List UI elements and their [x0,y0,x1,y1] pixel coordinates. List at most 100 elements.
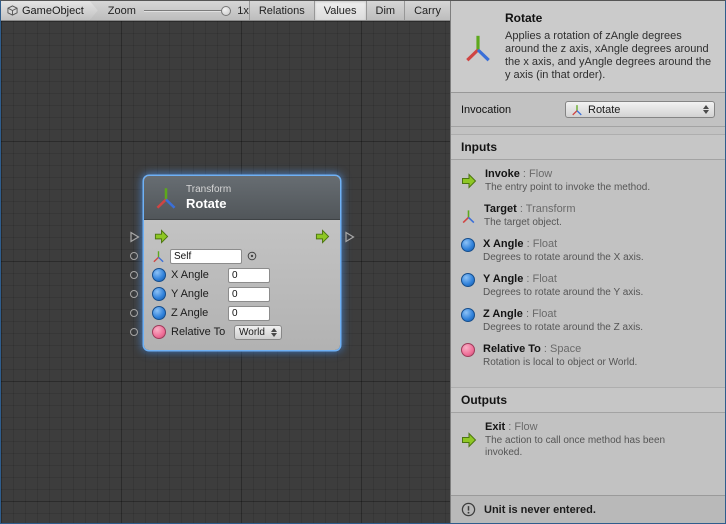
input-doc-z-angle: Z Angle : Float Degrees to rotate around… [461,308,715,334]
gameobject-cube-icon [7,5,18,16]
zoom-slider[interactable] [144,1,231,20]
inspector-header: Rotate Applies a rotation of zAngle degr… [451,1,725,93]
separator: : [523,308,532,320]
x-angle-input[interactable] [228,268,270,283]
zoom-slider-knob[interactable] [221,6,231,16]
float-icon [461,238,475,252]
float-icon [461,308,475,322]
input-doc-invoke: Invoke : Flow The entry point to invoke … [461,168,715,194]
transform-rotate-node[interactable]: Transform Rotate [144,176,340,350]
target-row [152,247,332,265]
exit-arrow-icon[interactable] [315,229,330,244]
invocation-dropdown[interactable]: Rotate [565,101,715,118]
space-dropdown-value: World [239,327,265,338]
input-doc-relative-to: Relative To : Space Rotation is local to… [461,343,715,369]
port-type: Space [550,343,581,355]
transform-icon [154,186,178,210]
float-icon [461,273,475,287]
transform-icon-small [152,250,165,263]
z-angle-row: Z Angle [152,304,332,322]
breadcrumb-label: GameObject [22,5,84,17]
port-type: Transform [526,203,576,215]
warning-bar: Unit is never entered. [451,495,725,523]
relative-to-port[interactable] [130,328,138,336]
tab-dim[interactable]: Dim [366,1,405,20]
x-angle-port[interactable] [130,271,138,279]
port-description: Degrees to rotate around the Z axis. [483,322,643,334]
port-description: The action to call once method has been … [485,435,705,459]
target-port[interactable] [130,252,138,260]
float-icon [152,268,166,282]
port-name: Y Angle [483,273,523,285]
input-doc-x-angle: X Angle : Float Degrees to rotate around… [461,238,715,264]
inspector-title: Rotate [505,11,713,25]
rotate-unit-icon [463,13,493,82]
tab-relations[interactable]: Relations [249,1,314,20]
separator: : [517,203,526,215]
invocation-value: Rotate [588,104,696,116]
flow-input-port[interactable] [129,231,140,243]
invocation-row: Invocation Rotate [451,93,725,127]
flow-row [152,226,332,246]
dropdown-arrows-icon [703,105,709,114]
relative-to-row: Relative To World [152,323,332,341]
separator: : [520,168,529,180]
port-description: The entry point to invoke the method. [485,182,650,194]
inspector-spacer [451,470,725,495]
node-body-container[interactable]: Transform Rotate [144,176,340,350]
bolt-graph-window: GameObject Zoom 1x Relations Values Dim … [0,0,726,524]
inspector-panel: Rotate Applies a rotation of zAngle degr… [450,1,725,523]
warning-icon [461,502,476,517]
y-angle-port[interactable] [130,290,138,298]
relative-to-label: Relative To [171,326,229,338]
port-name: Invoke [485,168,520,180]
outputs-list: Exit : Flow The action to call once meth… [451,413,725,470]
node-title: Transform [186,184,231,196]
space-dropdown[interactable]: World [234,325,282,340]
port-name: Exit [485,421,505,433]
transform-icon-tiny [571,104,583,116]
input-doc-y-angle: Y Angle : Float Degrees to rotate around… [461,273,715,299]
zoom-label: Zoom [108,1,136,20]
graph-toolbar: GameObject Zoom 1x Relations Values Dim … [1,1,450,21]
target-field[interactable] [170,249,242,264]
zoom-slider-track [144,10,231,12]
separator: : [505,421,514,433]
port-name: X Angle [483,238,524,250]
input-doc-target: Target : Transform The target object. [461,203,715,229]
tab-carry[interactable]: Carry [404,1,450,20]
output-doc-exit: Exit : Flow The action to call once meth… [461,421,715,459]
x-angle-row: X Angle [152,266,332,284]
port-name: Z Angle [483,308,523,320]
breadcrumb-gameobject[interactable]: GameObject [1,1,98,20]
zoom-value: 1x [237,1,249,20]
port-type: Float [532,308,556,320]
transform-icon [461,203,476,229]
invocation-label: Invocation [461,104,511,116]
z-angle-label: Z Angle [171,307,223,319]
port-type: Float [533,273,557,285]
flow-output-port[interactable] [344,231,355,243]
port-description: The target object. [484,217,576,229]
invoke-arrow-icon[interactable] [154,229,169,244]
z-angle-port[interactable] [130,309,138,317]
y-angle-input[interactable] [228,287,270,302]
node-header[interactable]: Transform Rotate [144,176,340,220]
tab-values[interactable]: Values [314,1,366,20]
x-angle-label: X Angle [171,269,223,281]
space-enum-icon [461,343,475,357]
port-type: Flow [529,168,552,180]
graph-area: GameObject Zoom 1x Relations Values Dim … [1,1,450,523]
object-picker-icon[interactable] [247,251,257,261]
inputs-list: Invoke : Flow The entry point to invoke … [451,160,725,380]
toolbar-toggles: Relations Values Dim Carry [249,1,450,20]
inputs-section-header: Inputs [451,134,725,160]
z-angle-input[interactable] [228,306,270,321]
port-type: Float [533,238,557,250]
flow-arrow-icon [461,421,477,459]
port-description: Degrees to rotate around the X axis. [483,252,644,264]
graph-canvas[interactable]: Transform Rotate [1,21,450,523]
y-angle-row: Y Angle [152,285,332,303]
port-name: Relative To [483,343,541,355]
separator: : [541,343,550,355]
